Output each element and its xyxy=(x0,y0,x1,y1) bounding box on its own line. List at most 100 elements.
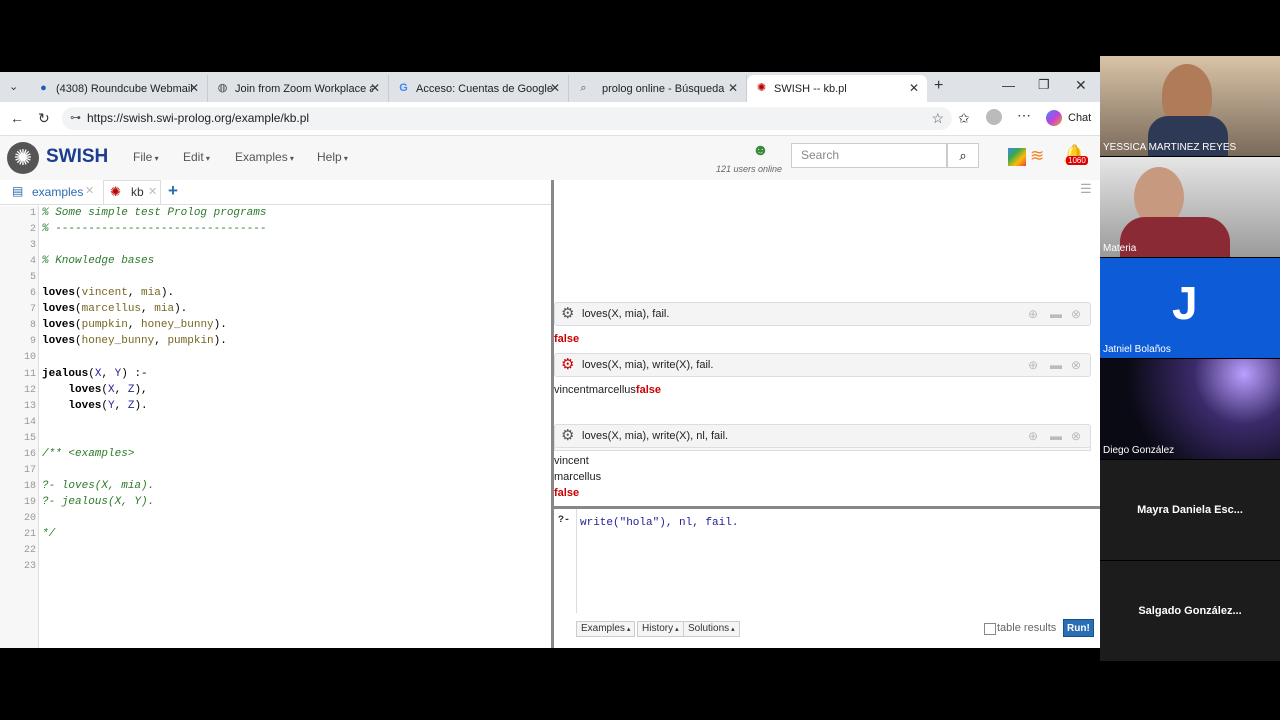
solutions-dropdown-button[interactable]: Solutions ▴ xyxy=(683,621,740,637)
tab-title: (4308) Roundcube Webmail :: Be xyxy=(56,82,192,95)
table-results-checkbox[interactable] xyxy=(984,623,996,635)
participant-initial: J xyxy=(1172,277,1198,329)
search-button[interactable]: ⌕ xyxy=(947,143,979,168)
gear-icon[interactable]: ⚙ xyxy=(561,354,574,376)
query-prompt: ?- xyxy=(558,515,571,526)
code-line: /** <examples> xyxy=(42,447,135,460)
close-icon[interactable]: ✕ xyxy=(189,81,199,95)
url-text: https://swish.swi-prolog.org/example/kb.… xyxy=(87,111,310,125)
program-editor: ▤ examples ✕ ✺ kb ✕ + 1 2 3 4 5 6 7 8 9 10 11 12 13 1… xyxy=(0,180,551,648)
close-icon[interactable]: ✕ xyxy=(370,81,380,95)
swish-logo-icon[interactable]: ✺ xyxy=(7,142,39,174)
menu-help[interactable]: Help ▾ xyxy=(317,150,348,164)
close-icon[interactable]: ⊗ xyxy=(1071,303,1081,325)
stackoverflow-icon[interactable]: ≋ xyxy=(1030,146,1044,166)
participant-name: YESSICA MARTINEZ REYES xyxy=(1103,142,1237,153)
close-icon[interactable]: ✕ xyxy=(550,81,560,95)
close-icon[interactable]: ✕ xyxy=(909,81,919,95)
download-icon[interactable]: ⊕ xyxy=(1028,354,1038,376)
site-info-icon[interactable]: ⊶ xyxy=(70,107,81,130)
participant-name: Salgado González... xyxy=(1138,605,1242,617)
participant-avatar-tile[interactable]: J Jatniel Bolaños xyxy=(1100,258,1280,358)
close-icon[interactable]: ⊗ xyxy=(1071,354,1081,376)
code-line: % Knowledge bases xyxy=(42,255,155,268)
minimize-icon[interactable]: ▬ xyxy=(1050,354,1062,376)
google-icon: G xyxy=(399,82,408,94)
participant-tile[interactable]: Salgado González... xyxy=(1100,561,1280,661)
new-tab-plus-icon[interactable]: + xyxy=(934,77,943,95)
code-line: loves(X, Z), xyxy=(68,383,148,396)
browser-tab[interactable]: ⌕ prolog online - Búsqueda ✕ xyxy=(569,75,747,102)
download-icon[interactable]: ⊕ xyxy=(1028,303,1038,325)
participant-video[interactable]: YESSICA MARTINEZ REYES xyxy=(1100,56,1280,156)
swish-navbar: ✺ SWISH File ▾ Edit ▾ Examples ▾ Help ▾ … xyxy=(0,136,1100,181)
gear-icon[interactable]: ⚙ xyxy=(561,425,574,447)
menu-edit[interactable]: Edit ▾ xyxy=(183,150,210,164)
favorites-icon[interactable]: ✩ xyxy=(958,110,970,127)
tab-title: Join from Zoom Workplace app xyxy=(235,82,373,95)
swish-logo-text[interactable]: SWISH xyxy=(46,146,108,168)
tab-list-chevron-icon[interactable]: ⌄ xyxy=(9,80,18,93)
results-pane: ☰ ⚙ loves(X, mia), fail. ⊕ ▬ ⊗ false ⚙ l… xyxy=(554,180,1100,506)
examples-tab-icon: ▤ xyxy=(12,184,24,198)
participant-tile[interactable]: Mayra Daniela Esc... xyxy=(1100,460,1280,560)
browser-tab[interactable]: G Acceso: Cuentas de Google ✕ xyxy=(389,75,569,102)
tab-examples[interactable]: examples xyxy=(32,185,83,199)
close-icon[interactable]: ⊗ xyxy=(1071,425,1081,447)
code-line: loves(vincent, mia). xyxy=(42,287,175,300)
query-header: ⚙ loves(X, mia), write(X), nl, fail. ⊕ ▬… xyxy=(554,424,1091,448)
tab-label: kb xyxy=(131,185,144,199)
browser-tab-bar: ⌄ ● (4308) Roundcube Webmail :: Be ✕ ◍ J… xyxy=(0,72,1100,102)
url-bar[interactable]: ⊶ https://swish.swi-prolog.org/example/k… xyxy=(62,107,952,130)
code-area[interactable]: % Some simple test Prolog programs % ----… xyxy=(0,206,551,648)
back-arrow-icon[interactable]: ← xyxy=(10,110,24,126)
more-menu-icon[interactable]: ⋯ xyxy=(1017,107,1031,124)
zoom-participants-panel: YESSICA MARTINEZ REYES Materia J Jatniel… xyxy=(1100,56,1280,664)
add-tab-plus-icon[interactable]: + xyxy=(168,181,178,201)
minimize-icon[interactable]: ▬ xyxy=(1050,303,1062,325)
query-input[interactable]: write("hola"), nl, fail. xyxy=(576,509,1092,613)
participant-video[interactable]: Diego González xyxy=(1100,359,1280,459)
star-icon[interactable]: ☆ xyxy=(931,107,944,130)
google-login-icon[interactable] xyxy=(1008,148,1026,166)
query-text: loves(X, mia), write(X), nl, fail. xyxy=(582,430,729,442)
copilot-icon[interactable] xyxy=(1046,110,1062,126)
code-line: % Some simple test Prolog programs xyxy=(42,207,267,219)
minimize-icon[interactable]: ▬ xyxy=(1050,425,1062,447)
browser-tab[interactable]: ● (4308) Roundcube Webmail :: Be ✕ xyxy=(29,75,208,102)
tab-kb[interactable]: ✺ kb ✕ xyxy=(103,180,161,204)
prolog-file-icon: ✺ xyxy=(110,184,121,199)
examples-dropdown-button[interactable]: Examples ▴ xyxy=(576,621,636,637)
menu-examples[interactable]: Examples ▾ xyxy=(235,150,294,164)
query-text: loves(X, mia), fail. xyxy=(582,308,670,320)
window-close-icon[interactable]: ✕ xyxy=(1075,77,1087,94)
reload-icon[interactable]: ↻ xyxy=(38,110,50,127)
run-button[interactable]: Run! xyxy=(1063,619,1094,637)
code-line: ?- jealous(X, Y). xyxy=(42,495,155,508)
chat-button[interactable]: Chat xyxy=(1068,112,1091,124)
query-header: ⚙ loves(X, mia), fail. ⊕ ▬ ⊗ xyxy=(554,302,1091,326)
close-icon[interactable]: ✕ xyxy=(85,184,94,197)
gear-icon[interactable]: ⚙ xyxy=(561,303,574,325)
search-input[interactable]: Search xyxy=(791,143,947,168)
maximize-icon[interactable]: ❐ xyxy=(1038,77,1050,93)
participant-shirt xyxy=(1120,217,1230,257)
download-icon[interactable]: ⊕ xyxy=(1028,425,1038,447)
code-line: loves(marcellus, mia). xyxy=(42,303,188,316)
users-online-icon[interactable]: ☻ xyxy=(752,142,769,160)
result-output: vincentmarcellusfalse xyxy=(554,384,661,396)
participant-video[interactable]: Materia xyxy=(1100,157,1280,257)
tab-title: Acceso: Cuentas de Google xyxy=(416,82,553,95)
minimize-icon[interactable]: — xyxy=(1002,78,1015,93)
profile-avatar-icon[interactable] xyxy=(986,109,1002,125)
history-dropdown-button[interactable]: History ▴ xyxy=(637,621,684,637)
close-icon[interactable]: ✕ xyxy=(728,81,738,95)
browser-tab-active[interactable]: ✺ SWISH -- kb.pl ✕ xyxy=(747,75,927,102)
browser-tab[interactable]: ◍ Join from Zoom Workplace app ✕ xyxy=(208,75,389,102)
close-icon[interactable]: ✕ xyxy=(148,185,157,198)
hamburger-menu-icon[interactable]: ☰ xyxy=(1080,181,1092,197)
result-false: false xyxy=(554,333,580,345)
result-false: false xyxy=(554,487,580,499)
menu-file[interactable]: File ▾ xyxy=(133,150,159,164)
participant-name: Diego González xyxy=(1103,445,1175,456)
